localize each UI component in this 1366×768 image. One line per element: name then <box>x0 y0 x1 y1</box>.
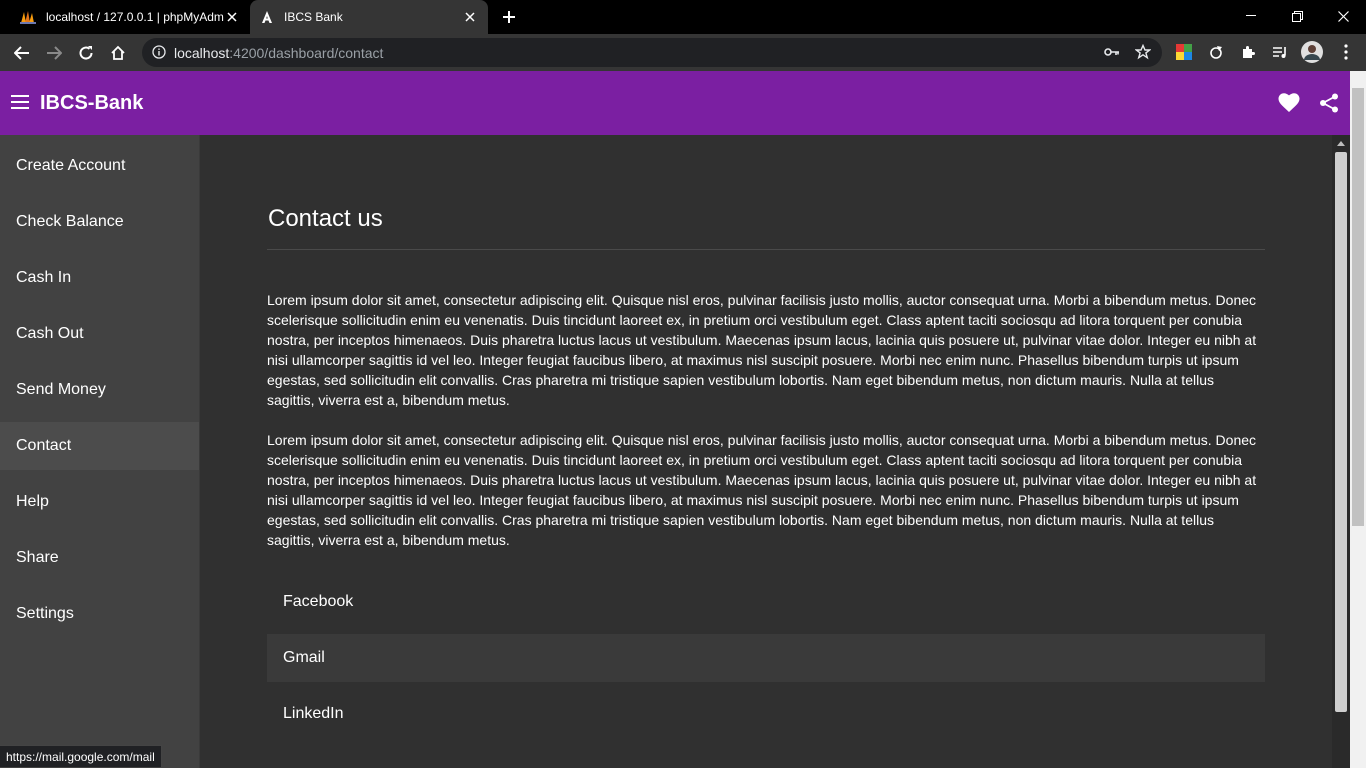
sidebar-item-label: Check Balance <box>16 213 124 230</box>
close-window-icon[interactable] <box>1320 0 1366 32</box>
profile-avatar[interactable] <box>1301 41 1323 63</box>
link-label: Facebook <box>283 593 354 610</box>
divider <box>267 249 1265 250</box>
favorite-icon[interactable] <box>1278 93 1300 113</box>
sidebar-item-contact[interactable]: Contact <box>0 422 199 470</box>
tab-title: IBCS Bank <box>284 10 343 24</box>
close-tab-icon[interactable] <box>224 9 240 25</box>
extension-pen-icon[interactable] <box>1206 42 1226 62</box>
sidebar-item-settings[interactable]: Settings <box>0 590 199 638</box>
app-toolbar: IBCS-Bank <box>0 71 1350 135</box>
minimize-icon[interactable] <box>1228 0 1274 32</box>
forward-icon[interactable] <box>41 40 67 66</box>
sidebar-item-label: Settings <box>16 605 74 622</box>
link-label: LinkedIn <box>283 705 344 722</box>
sidebar-item-label: Contact <box>16 437 72 454</box>
sidenav: Create Account Check Balance Cash In Cas… <box>0 135 200 768</box>
sidebar-item-label: Share <box>16 549 59 566</box>
sidebar-item-share[interactable]: Share <box>0 534 199 582</box>
menu-icon[interactable] <box>11 95 29 109</box>
sidebar-item-check-balance[interactable]: Check Balance <box>0 198 199 246</box>
content-scrollbar-thumb[interactable] <box>1335 152 1347 712</box>
contact-paragraph: Lorem ipsum dolor sit amet, consectetur … <box>267 432 1257 548</box>
browser-tab-phpmyadmin[interactable]: localhost / 127.0.0.1 | phpMyAdmin <box>10 0 250 34</box>
info-icon[interactable] <box>152 45 166 59</box>
url-text[interactable]: localhost:4200/dashboard/contact <box>174 45 383 61</box>
browser-tab-ibcs-bank[interactable]: IBCS Bank <box>250 0 488 34</box>
back-icon[interactable] <box>9 40 35 66</box>
link-facebook[interactable]: Facebook <box>267 578 1265 626</box>
sidebar-item-send-money[interactable]: Send Money <box>0 366 199 414</box>
link-linkedin[interactable]: LinkedIn <box>267 690 1265 738</box>
page-scrollbar-thumb[interactable] <box>1352 88 1364 526</box>
scroll-up-icon[interactable] <box>1337 141 1345 146</box>
phpmyadmin-icon <box>20 10 36 24</box>
sidebar-item-create-account[interactable]: Create Account <box>0 142 199 190</box>
browser-tab-bar: localhost / 127.0.0.1 | phpMyAdmin IBCS … <box>0 0 1366 34</box>
extension-colorful-icon[interactable] <box>1174 42 1194 62</box>
close-tab-icon[interactable] <box>462 9 478 25</box>
page-title: Contact us <box>268 205 383 232</box>
sidebar-item-label: Create Account <box>16 157 126 174</box>
app-title: IBCS-Bank <box>40 92 144 114</box>
address-bar[interactable]: localhost:4200/dashboard/contact <box>142 38 1162 67</box>
contact-paragraph: Lorem ipsum dolor sit amet, consectetur … <box>267 292 1257 408</box>
sidebar-item-label: Cash In <box>16 269 72 286</box>
star-icon[interactable] <box>1135 44 1151 60</box>
media-queue-icon[interactable] <box>1270 42 1290 62</box>
sidebar-item-label: Cash Out <box>16 325 84 342</box>
url-path: :4200/dashboard/contact <box>229 45 384 61</box>
angular-icon <box>260 10 274 24</box>
new-tab-icon[interactable] <box>498 6 520 28</box>
sidebar-item-help[interactable]: Help <box>0 478 199 526</box>
sidebar-item-label: Send Money <box>16 381 106 398</box>
tab-title: localhost / 127.0.0.1 | phpMyAdmin <box>46 10 224 24</box>
browser-menu-icon[interactable] <box>1336 42 1356 62</box>
link-gmail[interactable]: Gmail <box>267 634 1265 682</box>
link-label: Gmail <box>283 649 325 666</box>
url-host: localhost <box>174 45 230 61</box>
sidebar-item-label: Help <box>16 493 49 510</box>
reload-icon[interactable] <box>73 40 99 66</box>
key-icon[interactable] <box>1104 45 1120 59</box>
main-content: Contact us Lorem ipsum dolor sit amet, c… <box>200 135 1332 768</box>
extensions-puzzle-icon[interactable] <box>1238 42 1258 62</box>
share-icon[interactable] <box>1319 93 1339 113</box>
sidebar-item-cash-out[interactable]: Cash Out <box>0 310 199 358</box>
sidebar-item-cash-in[interactable]: Cash In <box>0 254 199 302</box>
home-icon[interactable] <box>105 40 131 66</box>
restore-icon[interactable] <box>1274 0 1320 32</box>
browser-toolbar: localhost:4200/dashboard/contact <box>0 34 1366 71</box>
status-url-tooltip: https://mail.google.com/mail <box>0 745 162 767</box>
